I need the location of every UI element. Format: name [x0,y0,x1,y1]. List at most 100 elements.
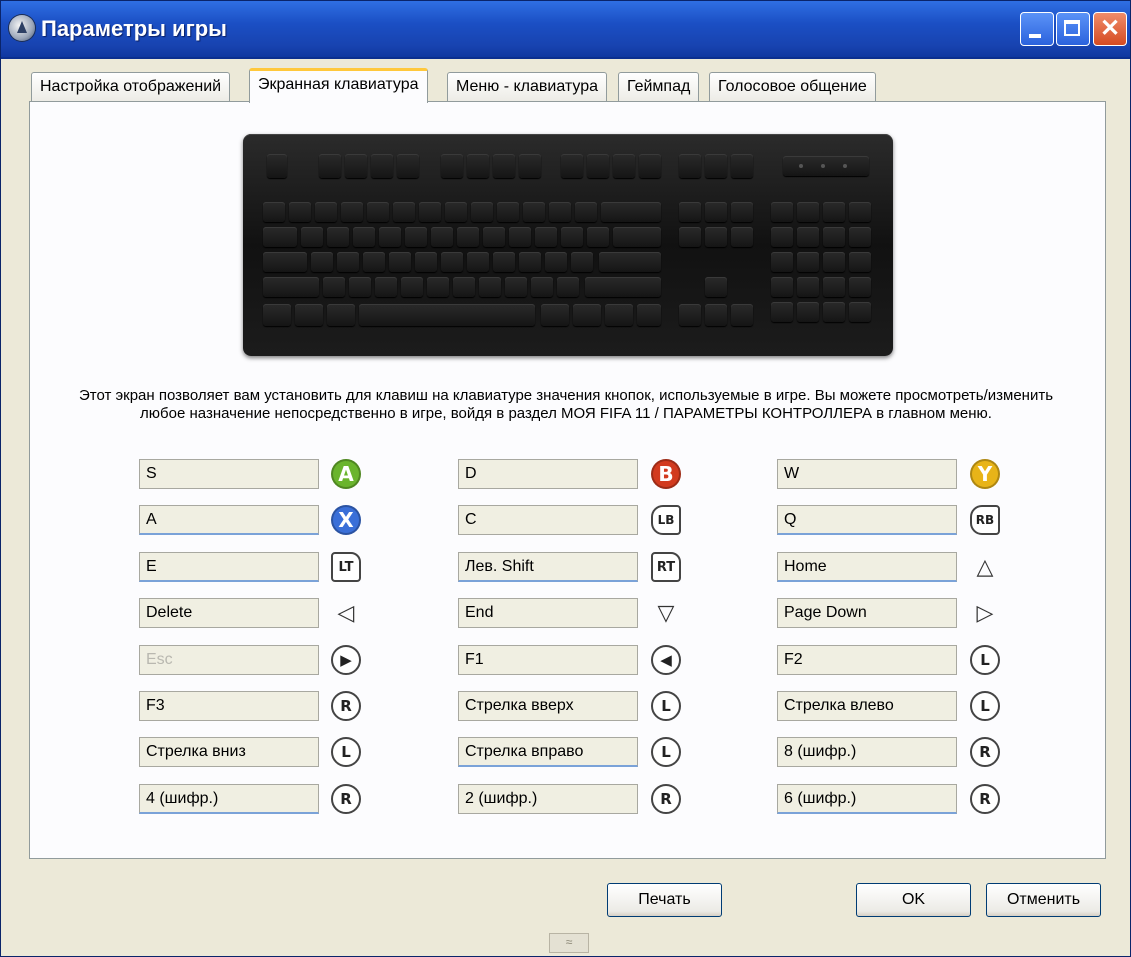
keyboard-key [797,252,819,272]
keyboard-key [731,304,753,326]
keyboard-key [415,252,437,272]
window-title: Параметры игры [41,16,227,41]
keyboard-key [389,252,411,272]
keyboard-key [379,227,401,247]
keyboard-key [289,202,311,222]
keyboard-key [263,277,319,297]
key-binding-field[interactable]: D [458,459,638,489]
key-binding-field[interactable]: Home [777,552,957,582]
keyboard-key [823,302,845,322]
key-binding-field[interactable]: 8 (шифр.) [777,737,957,767]
minimize-button[interactable] [1020,12,1054,46]
keyboard-key [337,252,359,272]
key-binding-field[interactable]: S [139,459,319,489]
key-binding-field[interactable]: Стрелка вверх [458,691,638,721]
ok-button[interactable]: OK [856,883,971,917]
keyboard-key [263,227,297,247]
keyboard-illustration [243,134,893,356]
keyboard-key [367,202,389,222]
key-binding-field[interactable]: Delete [139,598,319,628]
maximize-button[interactable] [1056,12,1090,46]
keyboard-key [823,277,845,297]
keyboard-key [573,304,601,326]
keyboard-key [353,227,375,247]
keyboard-key [823,202,845,222]
tab-menu-keyboard[interactable]: Меню - клавиатура [447,72,607,102]
keyboard-key [557,277,579,297]
tab-voice-chat[interactable]: Голосовое общение [709,72,876,102]
keyboard-key [483,227,505,247]
x-button-icon: X [331,505,361,535]
keyboard-key [599,252,661,272]
keyboard-key [679,304,701,326]
cancel-button[interactable]: Отменить [986,883,1101,917]
keyboard-key [519,154,541,178]
tab-onscreen-keyboard[interactable]: Экранная клавиатура [249,68,428,103]
key-binding-field[interactable]: F2 [777,645,957,675]
keyboard-key [823,227,845,247]
keyboard-key [493,252,515,272]
key-binding-field[interactable]: Стрелка вниз [139,737,319,767]
keyboard-key [519,252,541,272]
keyboard-key [267,154,287,178]
close-button[interactable]: ✕ [1093,12,1127,46]
keyboard-key [613,154,635,178]
key-binding-field[interactable]: Стрелка вправо [458,737,638,767]
keyboard-key [467,252,489,272]
key-binding-field[interactable]: 6 (шифр.) [777,784,957,814]
y-button-icon: Y [970,459,1000,489]
key-binding-field[interactable]: 2 (шифр.) [458,784,638,814]
key-binding-field[interactable]: Лев. Shift [458,552,638,582]
key-binding-field[interactable]: C [458,505,638,535]
left-stick-down-icon: L [331,737,361,767]
keyboard-key [441,252,463,272]
resize-grip-icon[interactable]: ≈ [549,933,589,953]
keyboard-key [797,302,819,322]
key-binding-field[interactable]: Page Down [777,598,957,628]
keyboard-key [771,277,793,297]
keyboard-led [799,164,803,168]
b-button-icon: B [651,459,681,489]
key-binding-field[interactable]: End [458,598,638,628]
keyboard-key [849,277,871,297]
tab-display-settings[interactable]: Настройка отображений [31,72,231,102]
key-binding-field[interactable]: F1 [458,645,638,675]
key-binding-field[interactable]: W [777,459,957,489]
keyboard-key [371,154,393,178]
key-binding-field[interactable]: F3 [139,691,319,721]
key-binding-field[interactable]: 4 (шифр.) [139,784,319,814]
tab-gamepad[interactable]: Геймпад [618,72,700,102]
left-trigger-icon: LT [331,552,361,582]
keyboard-key [613,227,661,247]
keyboard-key [605,304,633,326]
key-binding-field[interactable]: Q [777,505,957,535]
keyboard-key [561,227,583,247]
key-binding-field[interactable]: Стрелка влево [777,691,957,721]
keyboard-key [401,277,423,297]
back-button-icon: ◀ [651,645,681,675]
left-stick-right-icon: L [651,737,681,767]
key-binding-field[interactable]: A [139,505,319,535]
keyboard-key [731,154,753,178]
key-binding-field: Esc [139,645,319,675]
left-stick-left-icon: L [970,691,1000,721]
keyboard-key [639,154,661,178]
print-button[interactable]: Печать [607,883,722,917]
keyboard-key [263,252,307,272]
key-binding-field[interactable]: E [139,552,319,582]
keyboard-key [823,252,845,272]
keyboard-led [843,164,847,168]
keyboard-key [301,227,323,247]
keyboard-key [531,277,553,297]
keyboard-key [319,154,341,178]
keyboard-key [349,277,371,297]
right-stick-click-icon: R [331,691,361,721]
keyboard-key [393,202,415,222]
title-bar[interactable]: Параметры игры ✕ [1,1,1130,59]
keyboard-key [705,304,727,326]
right-trigger-icon: RT [651,552,681,582]
keyboard-key [587,154,609,178]
keyboard-key [441,154,463,178]
keyboard-key [705,202,727,222]
right-stick-right-icon: R [970,784,1000,814]
